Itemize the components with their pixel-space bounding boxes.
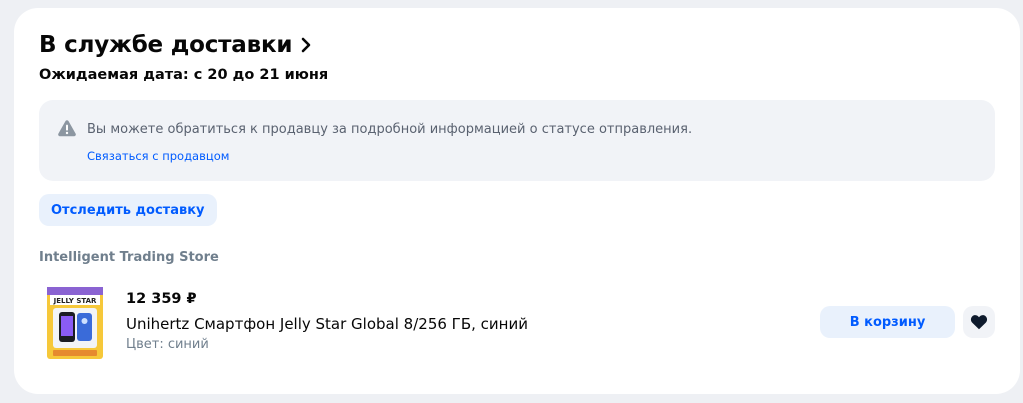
warning-icon	[57, 119, 77, 141]
info-message: Вы можете обратиться к продавцу за подро…	[87, 122, 693, 137]
delivery-card: В службе доставки Ожидаемая дата: с 20 д…	[14, 8, 1020, 394]
add-to-cart-button[interactable]: В корзину	[820, 306, 955, 338]
heart-icon	[970, 315, 988, 330]
delivery-status-heading[interactable]: В службе доставки	[39, 32, 312, 58]
section-title: В службе доставки	[39, 32, 293, 58]
store-name: Intelligent Trading Store	[39, 250, 219, 265]
expected-date: Ожидаемая дата: с 20 до 21 июня	[39, 67, 329, 83]
product-image-label: JELLY STAR	[53, 297, 97, 305]
product-image[interactable]: JELLY STAR	[47, 287, 103, 359]
chevron-right-icon	[300, 37, 312, 53]
product-color: Цвет: синий	[126, 337, 209, 352]
contact-seller-link[interactable]: Связаться с продавцом	[87, 149, 229, 163]
info-banner: Вы можете обратиться к продавцу за подро…	[39, 100, 995, 181]
product-title[interactable]: Unihertz Смартфон Jelly Star Global 8/25…	[126, 315, 528, 333]
favorite-button[interactable]	[963, 306, 995, 338]
product-price: 12 359 ₽	[126, 291, 197, 307]
track-delivery-button[interactable]: Отследить доставку	[39, 194, 217, 226]
